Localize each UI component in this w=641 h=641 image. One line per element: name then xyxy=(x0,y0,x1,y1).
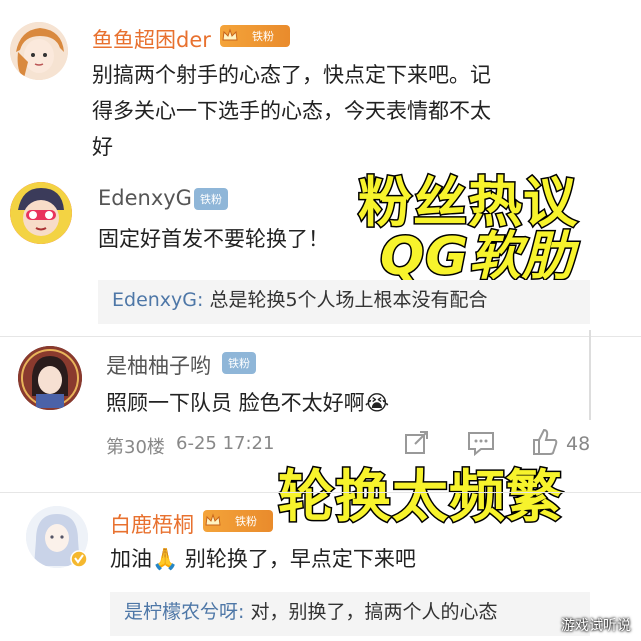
comment-text-line: 得多关心一下选手的心态，今天表情都不太 xyxy=(92,99,491,123)
badge-label: 铁粉 xyxy=(252,30,274,43)
comment-text-line: 照顾一下队员 脸色不太好啊😭 xyxy=(106,391,390,415)
fan-badge: 铁粉 xyxy=(203,510,273,532)
fan-badge: 铁粉 xyxy=(220,25,290,47)
username-edenxyg[interactable]: EdenxyG xyxy=(98,186,192,210)
avatar-yuyu[interactable] xyxy=(10,22,68,80)
username-youyouzi[interactable]: 是柚柚子哟 xyxy=(106,350,211,380)
crown-icon xyxy=(222,28,238,41)
reply-text: 对，别换了，搞两个人的心态 xyxy=(244,601,498,623)
badge-label: 铁粉 xyxy=(235,515,257,528)
comment-floor: 第30楼 xyxy=(106,437,165,458)
fan-badge: 铁粉 xyxy=(194,188,228,210)
verified-icon xyxy=(70,550,88,568)
comment-text-line: 固定好首发不要轮换了！ xyxy=(98,227,329,251)
divider xyxy=(0,492,641,493)
username-yuyu[interactable]: 鱼鱼超困der xyxy=(92,24,211,54)
fan-badge: 铁粉 xyxy=(222,352,256,374)
divider xyxy=(589,330,591,420)
comment-text-line: 别搞两个射手的心态了，快点定下来吧。记 xyxy=(92,63,491,87)
reply-box[interactable]: 是柠檬农兮呀: 对，别换了，搞两个人的心态 xyxy=(110,592,590,636)
reply-box[interactable]: EdenxyG: 总是轮换5个人场上根本没有配合 xyxy=(98,280,590,324)
reply-text: 总是轮换5个人场上根本没有配合 xyxy=(203,289,488,311)
reply-username[interactable]: 是柠檬农兮呀: xyxy=(124,601,244,623)
avatar-edenxyg[interactable] xyxy=(10,182,72,244)
like-count: 48 xyxy=(566,433,591,455)
comment-text-line: 好 xyxy=(92,135,113,159)
watermark: 游戏试听说 xyxy=(561,618,631,634)
comment-text-line: 加油🙏 别轮换了，早点定下来吧 xyxy=(110,547,416,571)
divider xyxy=(0,336,641,337)
comment-time: 6-25 17:21 xyxy=(176,433,275,454)
reply-username[interactable]: EdenxyG: xyxy=(112,289,203,311)
crown-icon xyxy=(205,513,221,526)
username-bailu[interactable]: 白鹿梧桐 xyxy=(110,509,194,539)
overlay-title-2: QG软肋 xyxy=(379,226,576,289)
avatar-youyouzi[interactable] xyxy=(18,346,82,410)
